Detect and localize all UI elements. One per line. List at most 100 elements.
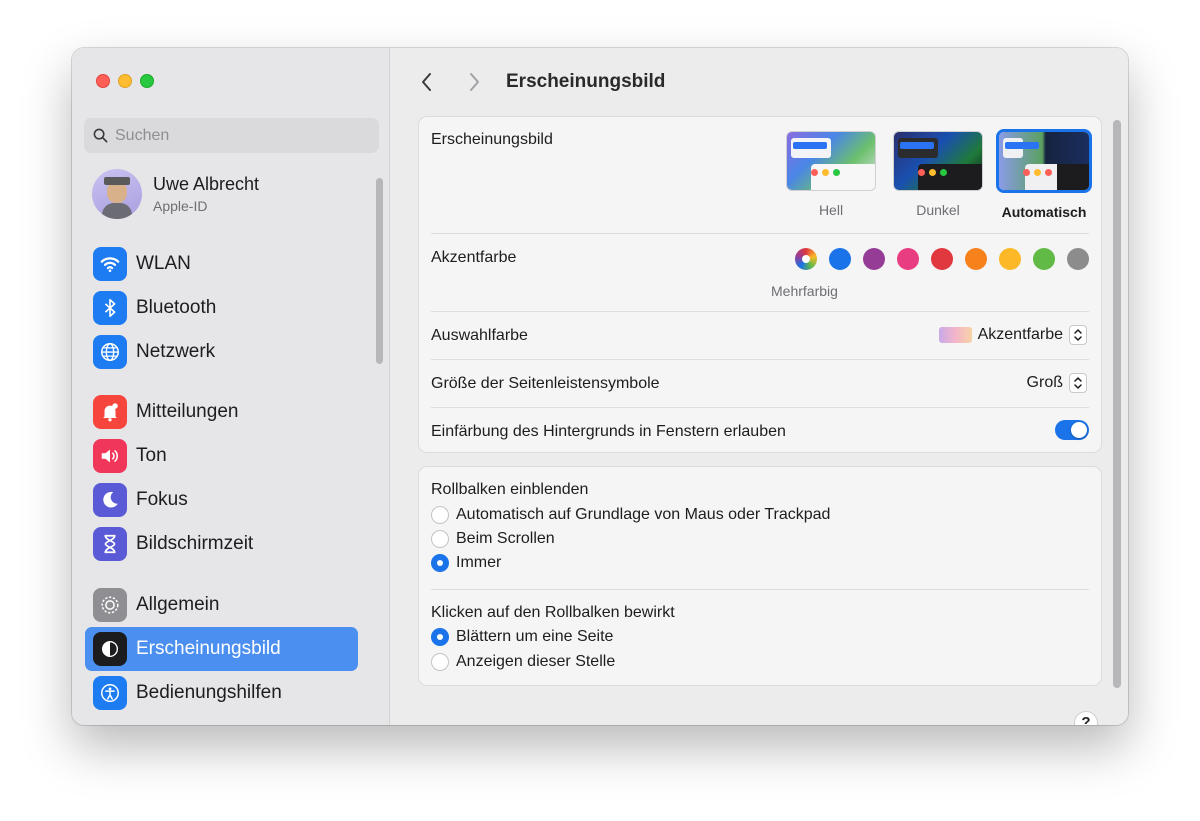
globe-icon — [93, 335, 127, 369]
theme-label: Dunkel — [916, 202, 960, 218]
radio-jump-spot[interactable]: Anzeigen dieser Stelle — [431, 653, 615, 671]
search-icon — [93, 128, 108, 143]
radio-label: Blättern um eine Seite — [456, 628, 614, 645]
radio-button[interactable] — [431, 506, 449, 524]
zoom-button[interactable] — [140, 74, 154, 88]
radio-scroll-always[interactable]: Immer — [431, 554, 501, 572]
accent-yellow[interactable] — [999, 248, 1021, 270]
minimize-button[interactable] — [118, 74, 132, 88]
theme-light[interactable]: Hell — [786, 131, 876, 218]
sidebar-group-network: WLAN Bluetooth Netzwerk — [85, 242, 358, 374]
accent-purple[interactable] — [863, 248, 885, 270]
sidebar-item-label: Bildschirmzeit — [136, 533, 254, 554]
moon-icon — [93, 483, 127, 517]
sidebar-item-bedienungshilfen[interactable]: Bedienungshilfen — [85, 671, 358, 715]
divider — [431, 233, 1089, 234]
sidebar-item-label: WLAN — [136, 253, 191, 274]
page-title: Erscheinungsbild — [506, 71, 666, 92]
click-scrollbar-label: Klicken auf den Rollbalken bewirkt — [431, 604, 675, 621]
highlight-swatch — [938, 327, 972, 343]
content-pane: Erscheinungsbild Erscheinungsbild Hell D… — [391, 48, 1128, 725]
sidebar-item-allgemein[interactable]: Allgemein — [85, 583, 358, 627]
radio-label: Immer — [456, 554, 502, 571]
sidebar-item-netzwerk[interactable]: Netzwerk — [85, 330, 358, 374]
radio-scroll-when-scrolling[interactable]: Beim Scrollen — [431, 530, 555, 548]
sidebar-item-bluetooth[interactable]: Bluetooth — [85, 286, 358, 330]
radio-scroll-auto[interactable]: Automatisch auf Grundlage von Maus oder … — [431, 506, 830, 524]
sidebar-item-label: Allgemein — [136, 594, 220, 615]
radio-button[interactable] — [431, 628, 449, 646]
theme-dark[interactable]: Dunkel — [893, 131, 983, 218]
accent-graphite[interactable] — [1067, 248, 1089, 270]
back-button[interactable] — [413, 68, 441, 96]
radio-label: Automatisch auf Grundlage von Maus oder … — [456, 506, 831, 523]
sidebar-item-wlan[interactable]: WLAN — [85, 242, 358, 286]
sidebar-item-partial — [85, 715, 358, 725]
chevron-right-icon — [470, 73, 479, 91]
sidebar-icon-size-value: Groß — [1026, 374, 1063, 391]
highlight-label: Auswahlfarbe — [431, 327, 528, 344]
accent-label: Akzentfarbe — [431, 249, 517, 266]
sidebar-item-label: Bluetooth — [136, 297, 217, 318]
divider — [431, 407, 1089, 408]
appearance-group: Erscheinungsbild Hell Dunkel Automatisch… — [418, 116, 1102, 453]
sidebar-icon-size-popup[interactable]: Groß — [1027, 373, 1087, 393]
sidebar-item-bildschirmzeit[interactable]: Bildschirmzeit — [85, 522, 358, 566]
radio-button[interactable] — [431, 653, 449, 671]
sidebar-item-label: Erscheinungsbild — [136, 638, 281, 659]
avatar — [92, 169, 142, 219]
bell-icon — [93, 395, 127, 429]
wallpaper-tinting-toggle[interactable] — [1055, 420, 1089, 440]
account-item[interactable]: Uwe Albrecht Apple-ID — [92, 169, 259, 219]
help-button[interactable]: ? — [1074, 711, 1098, 725]
search-field[interactable] — [84, 118, 379, 153]
accent-multicolor[interactable] — [795, 248, 817, 270]
accent-red[interactable] — [931, 248, 953, 270]
theme-light-preview — [786, 131, 876, 191]
theme-label: Automatisch — [1001, 204, 1087, 220]
radio-button[interactable] — [431, 554, 449, 572]
wifi-icon — [93, 247, 127, 281]
theme-auto[interactable]: Automatisch — [996, 129, 1092, 220]
accessibility-icon — [93, 676, 127, 710]
bluetooth-icon — [93, 291, 127, 325]
chevron-updown-icon — [1069, 373, 1087, 393]
scrollbar-group: Rollbalken einblenden Automatisch auf Gr… — [418, 466, 1102, 686]
sidebar-item-label: Fokus — [136, 489, 188, 510]
sidebar-item-mitteilungen[interactable]: Mitteilungen — [85, 390, 358, 434]
account-name: Uwe Albrecht — [153, 174, 260, 194]
search-input[interactable] — [115, 126, 355, 145]
sidebar-item-label: Ton — [136, 445, 167, 466]
sidebar-item-label: Netzwerk — [136, 341, 216, 362]
accent-color-picker — [795, 248, 1089, 270]
highlight-popup[interactable]: Akzentfarbe — [938, 325, 1087, 345]
sidebar-group-notifications: Mitteilungen Ton Fokus Bildschirmzeit — [85, 390, 358, 566]
sidebar-icon-size-label: Größe der Seitenleistensymbole — [431, 375, 660, 392]
sidebar-scrollbar[interactable] — [376, 178, 383, 364]
radio-jump-page[interactable]: Blättern um eine Seite — [431, 628, 613, 646]
accent-orange[interactable] — [965, 248, 987, 270]
accent-green[interactable] — [1033, 248, 1055, 270]
divider — [431, 589, 1089, 590]
radio-button[interactable] — [431, 530, 449, 548]
sidebar-item-label: Bedienungshilfen — [136, 682, 282, 703]
sidebar-item-fokus[interactable]: Fokus — [85, 478, 358, 522]
accent-caption: Mehrfarbig — [771, 283, 838, 299]
account-subtitle: Apple-ID — [153, 198, 208, 214]
appearance-label: Erscheinungsbild — [431, 131, 553, 148]
accent-blue[interactable] — [829, 248, 851, 270]
content-scrollbar[interactable] — [1113, 120, 1121, 688]
close-button[interactable] — [96, 74, 110, 88]
sidebar-item-label: Mitteilungen — [136, 401, 239, 422]
accent-pink[interactable] — [897, 248, 919, 270]
show-scrollbars-label: Rollbalken einblenden — [431, 481, 589, 498]
chevron-updown-icon — [1069, 325, 1087, 345]
divider — [431, 359, 1089, 360]
sidebar-item-erscheinungsbild[interactable]: Erscheinungsbild — [85, 627, 358, 671]
sidebar-item-ton[interactable]: Ton — [85, 434, 358, 478]
forward-button[interactable] — [460, 68, 488, 96]
sidebar-group-general: Allgemein Erscheinungsbild Bedienungshil… — [85, 583, 358, 725]
hourglass-icon — [93, 527, 127, 561]
chevron-left-icon — [422, 73, 431, 91]
theme-auto-preview — [996, 129, 1092, 193]
